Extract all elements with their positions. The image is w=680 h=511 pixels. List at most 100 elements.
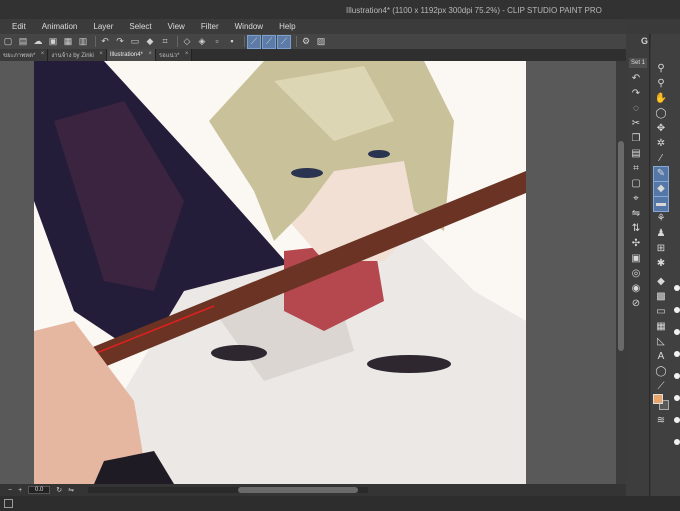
panel-header-label: G [641, 36, 649, 46]
horizontal-scrollbar[interactable] [87, 487, 368, 493]
redo-history-icon[interactable]: ↷ [629, 87, 643, 101]
menu-select[interactable]: Select [129, 22, 151, 31]
print-icon[interactable]: ▦ [62, 36, 74, 48]
tab-document-4[interactable]: รอแน่ว* × [155, 49, 193, 61]
set-tab[interactable]: Set 1 [629, 58, 647, 68]
delete-icon[interactable]: ▭ [129, 36, 141, 48]
airbrush-icon[interactable]: ⚘ [654, 212, 668, 226]
deselect-icon[interactable]: ◇ [181, 36, 193, 48]
zoom-icon[interactable]: ⚲ [654, 62, 668, 76]
copy-icon[interactable]: ❐ [629, 132, 643, 146]
selection-layer-icon[interactable]: ▫ [211, 36, 223, 48]
flip-icon[interactable]: ⇋ [68, 486, 74, 494]
zoom-out-button[interactable]: − [8, 487, 12, 494]
stabilization-2-icon[interactable]: ⟋ [262, 34, 276, 49]
pencil-icon[interactable]: ◆ [653, 181, 669, 197]
brush-icon[interactable]: ▬ [653, 196, 669, 212]
layer-icon[interactable] [4, 499, 13, 508]
menu-view[interactable]: View [168, 22, 185, 31]
panel-dot [674, 373, 680, 379]
menu-help[interactable]: Help [279, 22, 295, 31]
redo-icon[interactable]: ↷ [114, 36, 126, 48]
decoration-icon[interactable]: ♟ [654, 227, 668, 241]
selection-launcher-icon[interactable]: ◌ [629, 102, 643, 116]
expand-icon[interactable]: ▢ [629, 177, 643, 191]
cut-icon[interactable]: ✂ [629, 117, 643, 131]
flip-horizontal-icon[interactable]: ⇋ [629, 207, 643, 221]
tab-illustration4[interactable]: Illustration4* × [106, 49, 156, 61]
menu-layer[interactable]: Layer [93, 22, 113, 31]
correct-line-icon[interactable]: ⟋ [654, 380, 668, 394]
title-bar: Illustration4* (1100 x 1192px 300dpi 75.… [0, 0, 680, 19]
fill-bucket-icon[interactable]: ◆ [654, 275, 668, 289]
menu-edit[interactable]: Edit [12, 22, 26, 31]
panel-dot [674, 285, 680, 291]
magic-wand-icon[interactable]: ✲ [654, 137, 668, 151]
crop-icon[interactable]: ⌗ [629, 162, 643, 176]
main-color-swatch[interactable] [653, 394, 663, 404]
open-file-icon[interactable]: ▤ [17, 36, 29, 48]
zoom-input[interactable]: 0.0 [28, 486, 51, 494]
snap-icon[interactable]: ⊘ [629, 297, 643, 311]
separator [296, 36, 297, 47]
paste-icon[interactable]: ▤ [629, 147, 643, 161]
undo-icon[interactable]: ↶ [99, 36, 111, 48]
close-icon[interactable]: × [41, 51, 45, 57]
cloud-icon[interactable]: ☁ [32, 36, 44, 48]
close-icon[interactable]: × [148, 51, 152, 57]
scrollbar-thumb[interactable] [618, 141, 624, 351]
separator [95, 36, 96, 47]
left-eye [291, 168, 323, 178]
save-icon[interactable]: ▣ [47, 36, 59, 48]
close-icon[interactable]: × [99, 51, 103, 57]
move-layer-icon[interactable]: ✣ [629, 237, 643, 251]
menu-window[interactable]: Window [235, 22, 263, 31]
hand-icon[interactable]: ✋ [654, 92, 668, 106]
canvas-icon[interactable]: ▣ [629, 252, 643, 266]
tab-document-2[interactable]: งานจ้าง by Zinki × [48, 49, 107, 61]
pen-icon[interactable]: ✎ [653, 166, 669, 182]
invert-selection-icon[interactable]: ◈ [196, 36, 208, 48]
clip-studio-window: Illustration4* (1100 x 1192px 300dpi 75.… [0, 0, 680, 511]
transform-icon[interactable]: ⌗ [159, 36, 171, 48]
balloon-icon[interactable]: ◯ [654, 365, 668, 379]
export-icon[interactable]: ▥ [77, 36, 89, 48]
new-file-icon[interactable]: ▢ [2, 36, 14, 48]
grid-icon[interactable]: ◎ [629, 267, 643, 281]
lasso-icon[interactable]: ◯ [654, 107, 668, 121]
frame-border-icon[interactable]: ▦ [654, 320, 668, 334]
vertical-scrollbar[interactable] [616, 61, 626, 484]
tab-document-1[interactable]: ขยะภาพหด* × [0, 49, 49, 61]
window-title: Illustration4* (1100 x 1192px 300dpi 75.… [346, 6, 602, 15]
canvas-workspace[interactable]: 霧 [0, 61, 626, 484]
gradient-icon[interactable]: ▩ [654, 290, 668, 304]
menu-filter[interactable]: Filter [201, 22, 219, 31]
rotate-view-icon[interactable]: ⚲ [654, 77, 668, 91]
blend-icon[interactable]: ✱ [654, 257, 668, 271]
panel-dot [674, 329, 680, 335]
menu-animation[interactable]: Animation [42, 22, 78, 31]
transparent-color-icon[interactable]: ≋ [654, 414, 668, 428]
undo-history-icon[interactable]: ↶ [629, 72, 643, 86]
zoom-in-button[interactable]: + [18, 487, 22, 494]
stabilization-3-icon[interactable]: ⟋ [277, 34, 291, 49]
separator [244, 36, 245, 47]
frame-icon[interactable]: ⌖ [629, 192, 643, 206]
fill-icon[interactable]: ◆ [144, 36, 156, 48]
assets-icon[interactable]: ▨ [315, 36, 327, 48]
figure-icon[interactable]: ▭ [654, 305, 668, 319]
settings-icon[interactable]: ⚙ [300, 36, 312, 48]
scrollbar-thumb[interactable] [237, 487, 358, 493]
ruler-tool-icon[interactable]: ◺ [654, 335, 668, 349]
stabilization-1-icon[interactable]: ⟋ [247, 34, 261, 49]
flip-vertical-icon[interactable]: ⇅ [629, 222, 643, 236]
eyedropper-icon[interactable]: ⁄ [654, 152, 668, 166]
close-icon[interactable]: × [185, 51, 189, 57]
ruler-icon[interactable]: ◉ [629, 282, 643, 296]
rotate-icon[interactable]: ↻ [56, 486, 62, 494]
eraser-icon[interactable]: ⊞ [654, 242, 668, 256]
text-icon[interactable]: A [654, 350, 668, 364]
illustration-canvas[interactable]: 霧 [34, 61, 526, 484]
clear-icon[interactable]: ▪ [226, 36, 238, 48]
move-icon[interactable]: ✥ [654, 122, 668, 136]
